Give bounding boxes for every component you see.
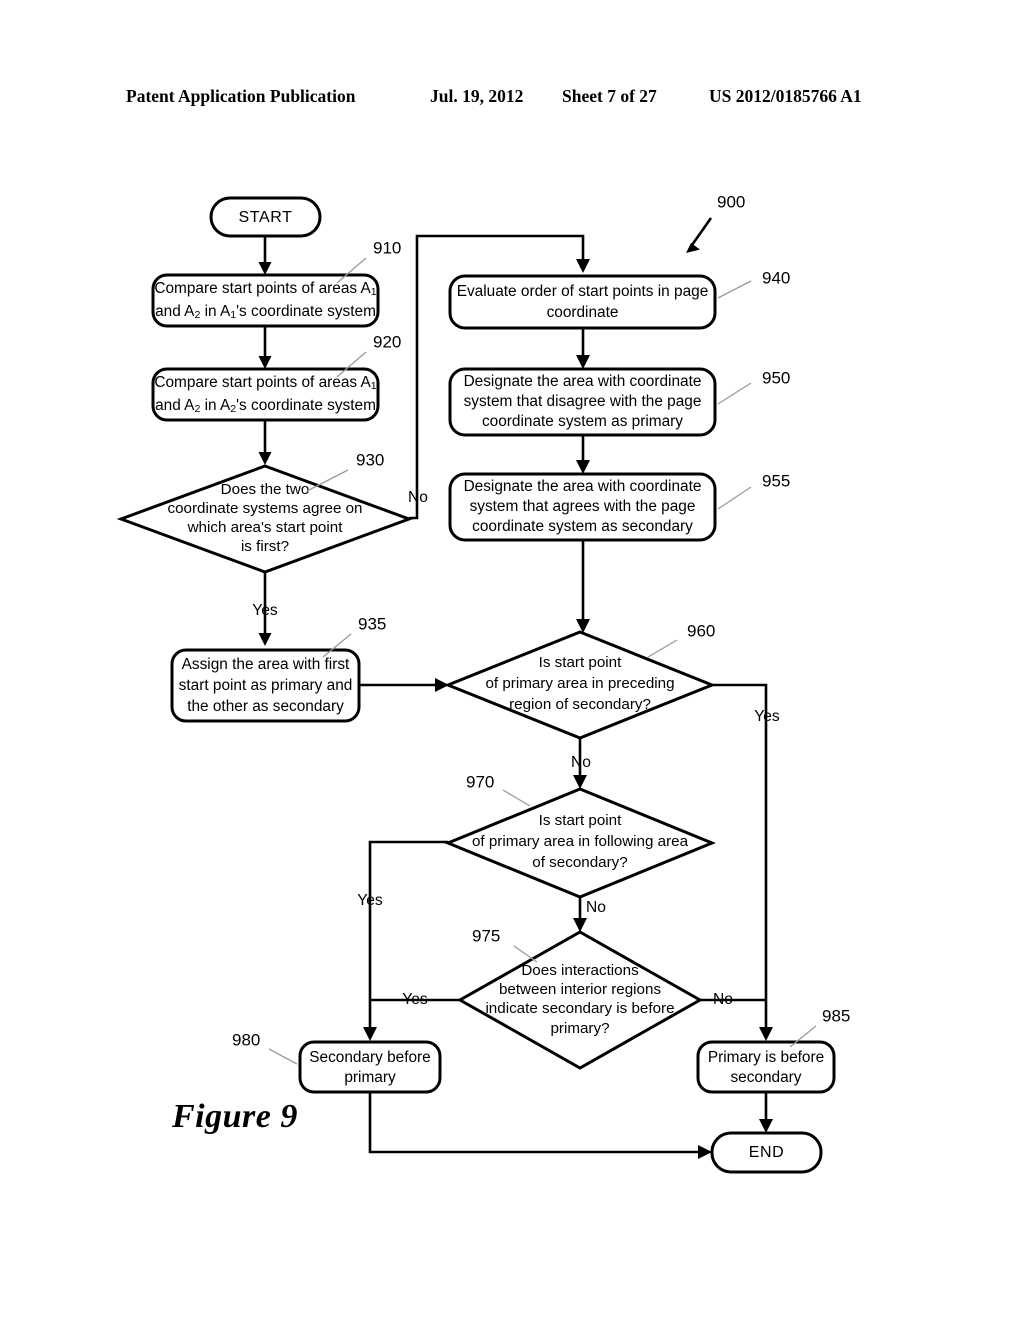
node-960-line1: Is start point: [539, 654, 623, 671]
node-910[interactable]: Compare start points of areas A1 and A2 …: [151, 238, 401, 328]
arrowhead-985-end: [759, 1119, 773, 1133]
node-940-line1: Evaluate order of start points in page: [457, 283, 709, 300]
node-930-line3: which area's start point: [187, 519, 344, 536]
arrowhead-930yes-935: [258, 633, 272, 646]
node-960-line3: region of secondary?: [509, 696, 651, 713]
node-975-line3: indicate secondary is before: [485, 1000, 674, 1017]
ref-955-leader: [717, 486, 752, 510]
edge-980-to-end: [368, 1092, 700, 1154]
ref-label-930: 930: [356, 450, 384, 469]
node-985-line2: secondary: [730, 1069, 801, 1086]
node-930-line1: Does the two: [221, 481, 310, 498]
ref-950-leader: [717, 382, 752, 405]
node-920[interactable]: Compare start points of areas A1 and A2 …: [151, 332, 401, 422]
start-label: START: [239, 209, 293, 226]
ref-label-985: 985: [822, 1006, 850, 1025]
node-980[interactable]: Secondary before primary 980: [232, 1030, 442, 1094]
diagram-ref-900: 900: [686, 192, 745, 253]
node-935[interactable]: Assign the area with first start point a…: [170, 614, 386, 723]
node-955[interactable]: Designate the area with coordinate syste…: [448, 471, 790, 542]
arrowhead-970yes-980: [363, 1027, 377, 1041]
ref-980-leader: [268, 1048, 298, 1065]
ref-label-955: 955: [762, 471, 790, 490]
node-930[interactable]: Does the two coordinate systems agree on…: [116, 450, 414, 574]
node-935-line2: start point as primary and: [179, 677, 353, 694]
node-910-line2: and A2 in A1's coordinate system: [155, 303, 376, 321]
ref-label-910: 910: [373, 238, 401, 257]
node-970-line1: Is start point: [539, 812, 623, 829]
node-950-line1: Designate the area with coordinate: [464, 373, 702, 390]
arrowhead-955-960: [576, 619, 590, 633]
arrowhead-960yes-985: [759, 1027, 773, 1041]
node-970-line2: of primary area in following area: [472, 833, 689, 850]
node-975-line1: Does interactions: [521, 962, 639, 979]
ref-900-arrow-line: [690, 217, 713, 246]
ref-label-900: 900: [717, 192, 745, 211]
node-920-line1: Compare start points of areas A1: [154, 374, 376, 392]
node-950[interactable]: Designate the area with coordinate syste…: [448, 367, 790, 437]
node-975-line2: between interior regions: [499, 981, 662, 998]
node-955-line1: Designate the area with coordinate: [464, 478, 702, 495]
ref-label-980: 980: [232, 1030, 260, 1049]
edge-label-975-no: No: [713, 991, 733, 1008]
edge-label-975-yes: Yes: [402, 991, 428, 1008]
ref-label-950: 950: [762, 368, 790, 387]
node-955-line3: coordinate system as secondary: [472, 518, 693, 535]
node-930-line2: coordinate systems agree on: [167, 500, 362, 517]
edge-labels: No Yes Yes No Yes No Yes No: [252, 489, 780, 1008]
node-930-line4: is first?: [241, 538, 289, 555]
edge-960-yes-to-985: [712, 683, 768, 1030]
ref-label-975: 975: [472, 926, 500, 945]
arrowhead-940-950: [576, 355, 590, 369]
ref-970-leader: [502, 789, 531, 807]
node-980-line2: primary: [344, 1069, 396, 1086]
node-955-line2: system that agrees with the page: [470, 498, 696, 515]
arrowhead-930no-940: [576, 259, 590, 273]
patent-page: Patent Application Publication Jul. 19, …: [0, 0, 1024, 1320]
node-980-line1: Secondary before: [309, 1049, 431, 1066]
flowchart-diagram: No Yes Yes No Yes No Yes No 900 START Co…: [116, 192, 850, 1174]
node-935-line3: the other as secondary: [187, 698, 344, 715]
node-940-line2: coordinate: [547, 304, 619, 321]
node-950-line2: system that disagree with the page: [464, 393, 702, 410]
end-label: END: [749, 1144, 785, 1161]
node-975[interactable]: Does interactions between interior regio…: [456, 926, 704, 1070]
node-985[interactable]: Primary is before secondary 985: [696, 1006, 850, 1094]
edge-label-960-no: No: [571, 754, 591, 771]
node-970-line3: of secondary?: [532, 854, 627, 871]
arrowhead-920-930: [258, 452, 272, 465]
arrowhead-910-920: [258, 356, 272, 369]
node-910-line1: Compare start points of areas A1: [154, 280, 376, 298]
node-start[interactable]: START: [209, 196, 322, 238]
node-960[interactable]: Is start point of primary area in preced…: [443, 621, 717, 740]
node-985-line1: Primary is before: [708, 1049, 824, 1066]
node-970[interactable]: Is start point of primary area in follow…: [444, 772, 716, 899]
ref-940-leader: [717, 280, 752, 299]
ref-975-leader: [513, 945, 538, 963]
edge-label-960-yes: Yes: [754, 708, 780, 725]
ref-label-970: 970: [466, 772, 494, 791]
edge-label-970-yes: Yes: [357, 892, 383, 909]
node-975-line4: primary?: [550, 1020, 609, 1037]
node-960-line2: of primary area in preceding: [485, 675, 674, 692]
edge-label-930-no: No: [408, 489, 428, 506]
arrowhead-950-955: [576, 460, 590, 474]
ref-label-940: 940: [762, 268, 790, 287]
arrowhead-960no-970: [573, 775, 587, 789]
arrowhead-970no-975: [573, 918, 587, 932]
edge-label-970-no: No: [586, 899, 606, 916]
ref-960-leader: [647, 639, 678, 658]
node-935-line1: Assign the area with first: [182, 656, 350, 673]
node-940[interactable]: Evaluate order of start points in page c…: [448, 268, 790, 330]
edge-label-930-yes: Yes: [252, 602, 278, 619]
ref-label-935: 935: [358, 614, 386, 633]
ref-label-960: 960: [687, 621, 715, 640]
ref-900-arrowhead: [686, 243, 700, 253]
node-950-line3: coordinate system as primary: [482, 413, 683, 430]
arrowhead-980-end: [698, 1145, 712, 1159]
node-end[interactable]: END: [710, 1131, 823, 1174]
arrowhead-start-910: [258, 262, 272, 275]
ref-label-920: 920: [373, 332, 401, 351]
node-920-line2: and A2 in A2's coordinate system: [155, 397, 376, 415]
